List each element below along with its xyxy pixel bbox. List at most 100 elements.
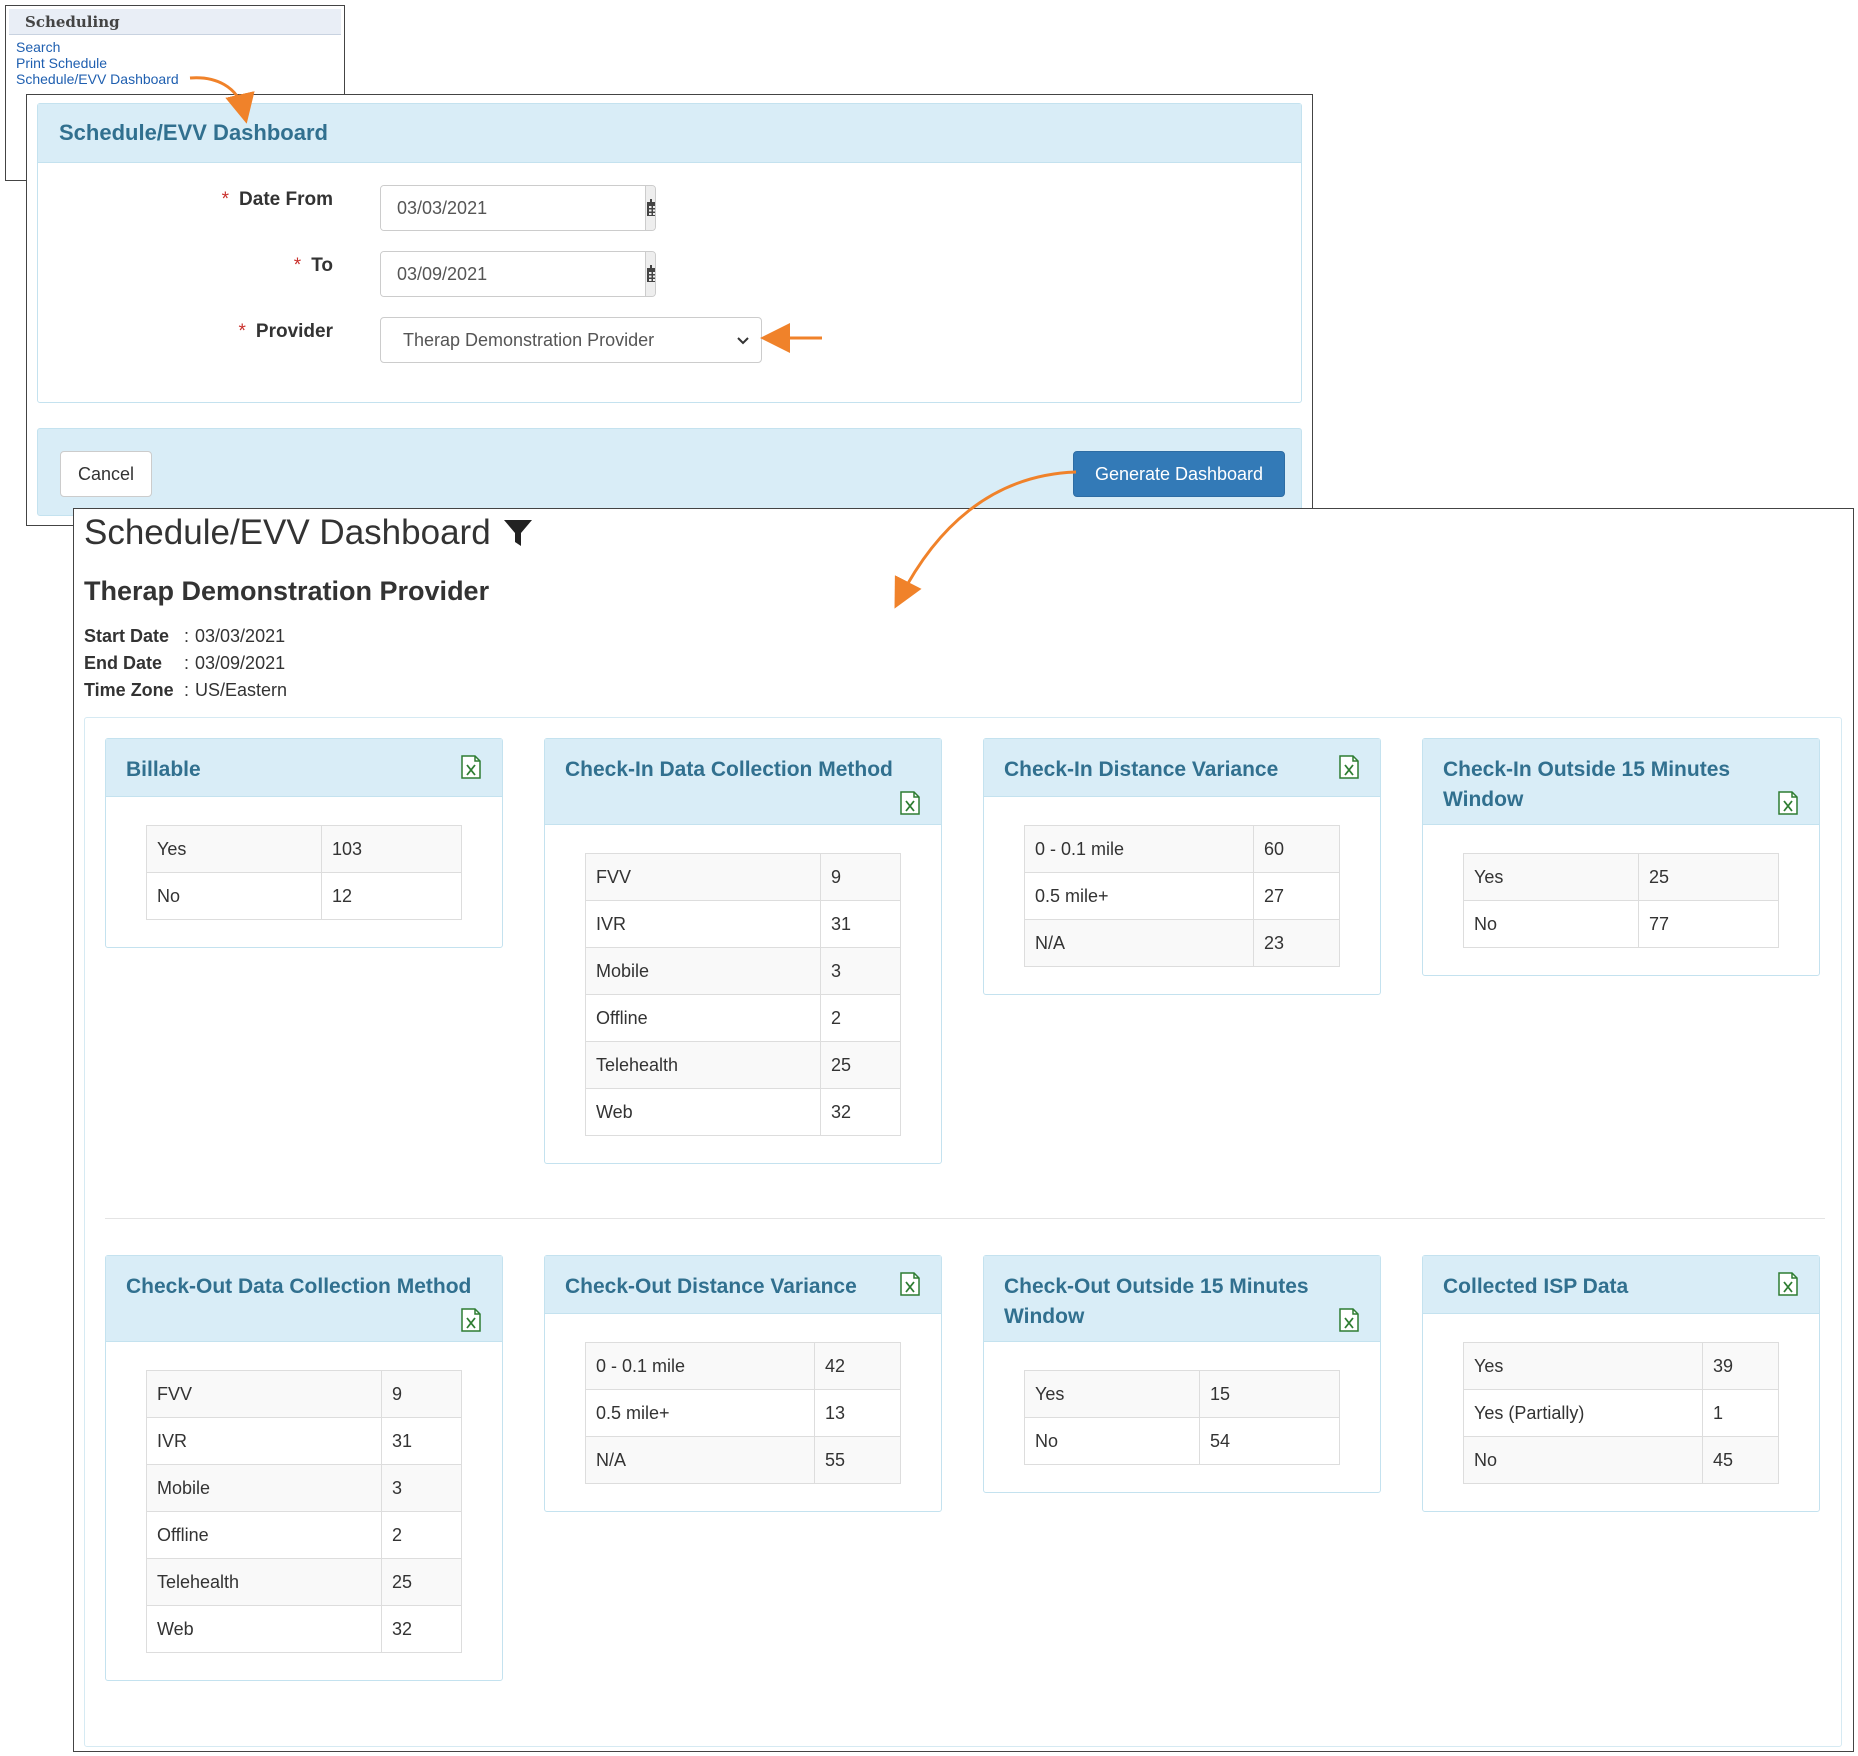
date-from-label: * Date From — [221, 189, 333, 210]
row-label: 0.5 mile+ — [585, 1389, 815, 1437]
date-to-calendar-button[interactable] — [645, 252, 655, 296]
dashboard-card: Collected ISP Data Yes 39 Yes (Partially) 1 N… — [1422, 1255, 1820, 1512]
table-row: 0 - 0.1 mile 42 — [585, 1342, 901, 1390]
date-from-calendar-button[interactable] — [645, 186, 655, 230]
card-title: Collected ISP Data — [1443, 1275, 1629, 1298]
card-body: Yes 25 No 77 — [1423, 825, 1819, 975]
table-row: Yes 15 — [1024, 1370, 1340, 1418]
table-row: Mobile 3 — [585, 947, 901, 995]
table-row: FVV 9 — [585, 853, 901, 901]
excel-export-icon[interactable] — [1777, 791, 1799, 815]
excel-export-icon[interactable] — [899, 791, 921, 815]
excel-export-icon[interactable] — [460, 755, 482, 779]
menu-title: Scheduling — [9, 9, 341, 35]
row-count: 32 — [820, 1088, 901, 1136]
dashboard-card: Check-Out Data Collection Method FVV 9 IVR 3… — [105, 1255, 503, 1681]
card-header: Billable — [106, 739, 502, 797]
table-row: Telehealth 25 — [585, 1041, 901, 1089]
date-from-input[interactable] — [381, 186, 645, 230]
row-count: 25 — [1638, 853, 1779, 901]
dashboard-card: Check-In Outside 15 Minutes Window Yes 25 N… — [1422, 738, 1820, 976]
chevron-down-icon — [737, 337, 749, 345]
card-header: Collected ISP Data — [1423, 1256, 1819, 1314]
row-count: 39 — [1702, 1342, 1779, 1390]
card-title: Check-Out Data Collection Method — [126, 1275, 472, 1298]
dashboard-card: Check-Out Distance Variance 0 - 0.1 mile 4… — [544, 1255, 942, 1512]
row-label: Yes — [1463, 1342, 1703, 1390]
menu-link-schedule-evv-dashboard[interactable]: Schedule/EVV Dashboard — [16, 71, 179, 87]
excel-export-icon[interactable] — [899, 1272, 921, 1296]
card-table: FVV 9 IVR 31 Mobile 3 Offline 2 Telehealth 25 Web 3… — [585, 853, 901, 1136]
row-count: 12 — [321, 872, 462, 920]
meta-end-date: End Date:03/09/2021 — [84, 653, 286, 673]
row-label: Web — [146, 1605, 382, 1653]
row-label: 0.5 mile+ — [1024, 872, 1254, 920]
row-label: Yes — [1024, 1370, 1200, 1418]
date-to-input[interactable] — [381, 252, 645, 296]
table-row: Web 32 — [585, 1088, 901, 1136]
meta-start-date: Start Date:03/03/2021 — [84, 626, 286, 646]
row-label: Mobile — [146, 1464, 382, 1512]
menu-link-print-schedule[interactable]: Print Schedule — [16, 55, 107, 71]
row-count: 1 — [1702, 1389, 1779, 1437]
dashboard-card: Billable Yes 103 No 12 — [105, 738, 503, 948]
menu-link-search[interactable]: Search — [16, 39, 60, 55]
row-count: 32 — [381, 1605, 462, 1653]
card-title: Check-Out Outside 15 Minutes Window — [1004, 1275, 1309, 1328]
card-title: Check-In Data Collection Method — [565, 758, 893, 781]
generate-dashboard-button[interactable]: Generate Dashboard — [1073, 451, 1285, 497]
excel-export-icon[interactable] — [1338, 1308, 1360, 1332]
excel-export-icon[interactable] — [1777, 1272, 1799, 1296]
row-count: 77 — [1638, 900, 1779, 948]
card-body: FVV 9 IVR 31 Mobile 3 Offline 2 Telehealth 25 Web 3… — [106, 1342, 502, 1680]
excel-export-icon[interactable] — [1338, 755, 1360, 779]
card-title: Check-In Distance Variance — [1004, 758, 1279, 781]
dashboard-card: Check-In Distance Variance 0 - 0.1 mile 60… — [983, 738, 1381, 995]
row-count: 31 — [820, 900, 901, 948]
row-label: Yes — [146, 825, 322, 873]
table-row: IVR 31 — [146, 1417, 462, 1465]
row-label: IVR — [585, 900, 821, 948]
row-count: 60 — [1253, 825, 1340, 873]
card-title: Billable — [126, 758, 201, 781]
row-count: 13 — [814, 1389, 901, 1437]
provider-label: * Provider — [238, 321, 334, 342]
provider-select[interactable]: Therap Demonstration Provider — [380, 317, 762, 363]
card-body: Yes 39 Yes (Partially) 1 No 45 — [1423, 1314, 1819, 1511]
required-mark: * — [238, 321, 246, 342]
table-row: Mobile 3 — [146, 1464, 462, 1512]
filter-icon[interactable] — [503, 518, 533, 548]
row-count: 9 — [381, 1370, 462, 1418]
meta-time-zone: Time Zone: US/Eastern — [84, 680, 288, 700]
table-row: N/A 55 — [585, 1436, 901, 1484]
dashboard-window: Schedule/EVV Dashboard Therap Demonstrat… — [73, 508, 1854, 1752]
card-header: Check-In Data Collection Method — [545, 739, 941, 825]
row-label: 0 - 0.1 mile — [1024, 825, 1254, 873]
dashboard-provider-name: Therap Demonstration Provider — [84, 576, 490, 606]
filter-form-panel: Schedule/EVV Dashboard * Date From 03/03… — [37, 103, 1302, 403]
row-label: Telehealth — [585, 1041, 821, 1089]
date-from-row: * Date From — [38, 185, 1301, 231]
cancel-button[interactable]: Cancel — [60, 451, 152, 497]
dashboard-title: Schedule/EVV Dashboard — [84, 513, 533, 553]
row-count: 3 — [820, 947, 901, 995]
table-row: No 77 — [1463, 900, 1779, 948]
card-body: Yes 103 No 12 — [106, 797, 502, 947]
required-mark: * — [221, 189, 230, 210]
card-header: Check-In Outside 15 Minutes Window — [1423, 739, 1819, 825]
row-label: IVR — [146, 1417, 382, 1465]
row-label: FVV — [585, 853, 821, 901]
row-count: 25 — [381, 1558, 462, 1606]
row-label: No — [1024, 1417, 1200, 1465]
row-count: 3 — [381, 1464, 462, 1512]
table-row: IVR 31 — [585, 900, 901, 948]
table-row: No 45 — [1463, 1436, 1779, 1484]
calendar-icon — [647, 199, 655, 216]
row-label: N/A — [585, 1436, 815, 1484]
row-count: 9 — [820, 853, 901, 901]
row-count: 45 — [1702, 1436, 1779, 1484]
row-count: 42 — [814, 1342, 901, 1390]
excel-export-icon[interactable] — [460, 1308, 482, 1332]
row-count: 27 — [1253, 872, 1340, 920]
card-table: FVV 9 IVR 31 Mobile 3 Offline 2 Telehealth 25 Web 3… — [146, 1370, 462, 1653]
